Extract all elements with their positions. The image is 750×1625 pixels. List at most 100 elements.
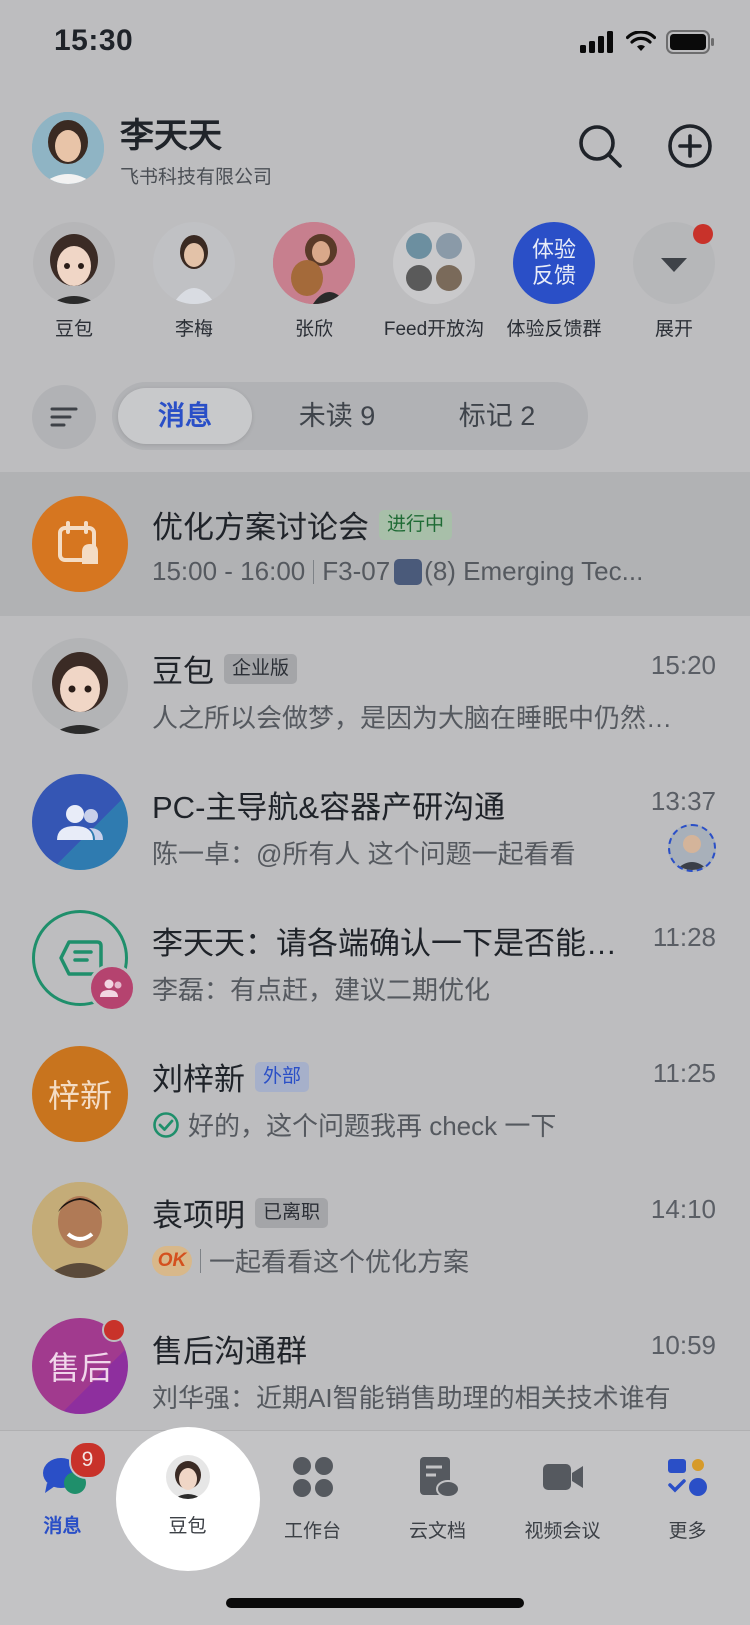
video-camera-icon xyxy=(542,1464,583,1490)
chat-avatar xyxy=(32,774,128,870)
chat-preview: 李磊：有点赶，建议二期优化 xyxy=(152,975,491,1005)
status-icons xyxy=(580,30,716,54)
tab-label: 更多 xyxy=(668,1521,707,1542)
chat-row-doubao[interactable]: 豆包 企业版 15:20 人之所以会做梦，是因为大脑在睡眠中仍然… xyxy=(0,616,750,752)
doubao-avatar xyxy=(33,222,115,304)
chat-title: 袁项明 xyxy=(152,1198,245,1233)
tab-workplace-nav[interactable]: 工作台 xyxy=(250,1455,375,1543)
avatar-text: 梓新 xyxy=(47,1078,112,1114)
tab-label: 视频会议 xyxy=(524,1521,601,1542)
tab-video-nav[interactable]: 视频会议 xyxy=(500,1455,625,1543)
tab-label: 工作台 xyxy=(283,1521,341,1542)
tab-marked[interactable]: 标记 2 xyxy=(422,382,572,450)
battery-icon xyxy=(666,30,714,54)
chat-title: 李天天：请各端确认一下是否能… xyxy=(152,926,617,961)
room-icon xyxy=(394,558,423,585)
cloud-doc-icon xyxy=(419,1457,460,1498)
feedback-group-avatar: 体验 反馈 xyxy=(513,222,595,304)
tab-messages[interactable]: 消息 xyxy=(118,382,252,450)
search-icon[interactable] xyxy=(576,122,624,170)
chat-title-wrap: 售后沟通群 xyxy=(152,1326,307,1371)
tab-bar: 9 消息 豆包 工作台 云文档 视频会议 更多 xyxy=(0,1427,750,1625)
wifi-icon xyxy=(626,31,656,51)
chat-time: 11:25 xyxy=(652,1058,716,1088)
tab-docs-nav[interactable]: 云文档 xyxy=(375,1455,500,1543)
chat-title: 售后沟通群 xyxy=(152,1334,307,1369)
chat-row-yuanxiangming[interactable]: 袁项明 已离职 14:10 OK 一起看看这个优化方案 xyxy=(0,1160,750,1296)
chat-title: PC-主导航&容器产研沟通 xyxy=(152,790,506,825)
signal-icon xyxy=(580,31,613,53)
chat-title-wrap: PC-主导航&容器产研沟通 xyxy=(152,782,505,827)
chat-time: 10:59 xyxy=(650,1330,716,1360)
chat-row-liuzixin[interactable]: 梓新 刘梓新 外部 11:25 好的，这个问题我再 check 一下 xyxy=(0,1024,750,1160)
chat-row-topic[interactable]: 李天天：请各端确认一下是否能… 11:28 李磊：有点赶，建议二期优化 xyxy=(0,888,750,1024)
quick-item-feedback-group[interactable]: 体验 反馈 体验反馈群 xyxy=(499,222,609,341)
chat-avatar: 梓新 xyxy=(32,1046,128,1142)
quick-label: 体验反馈群 xyxy=(506,319,602,340)
meeting-subtitle: 15:00 - 16:00 F3-07 (8) Emerging Tec... xyxy=(152,556,643,587)
status-time: 15:30 xyxy=(54,24,134,57)
resigned-badge: 已离职 xyxy=(255,1197,329,1228)
chat-title-wrap: 袁项明 已离职 xyxy=(152,1190,329,1235)
doubao-tab-icon xyxy=(165,1455,210,1499)
chat-preview: 人之所以会做梦，是因为大脑在睡眠中仍然… xyxy=(152,703,673,733)
chat-preview-wrap: 好的，这个问题我再 check 一下 xyxy=(152,1106,556,1143)
filter-button[interactable] xyxy=(32,385,96,449)
tab-unread[interactable]: 未读 9 xyxy=(262,382,412,450)
quick-item-zhangxin[interactable]: 张欣 xyxy=(259,222,369,341)
external-badge: 外部 xyxy=(255,1061,310,1092)
quick-item-expand[interactable]: 展开 xyxy=(619,222,729,341)
chat-time: 13:37 xyxy=(650,786,716,816)
meeting-room: F3-07 xyxy=(322,556,391,586)
group-badge xyxy=(88,964,136,1012)
chat-time: 14:10 xyxy=(650,1194,716,1224)
chat-title-wrap: 豆包 企业版 xyxy=(152,646,298,691)
quick-item-limei[interactable]: 李梅 xyxy=(139,222,249,341)
read-check-icon xyxy=(153,1111,179,1138)
chat-avatar xyxy=(32,1182,128,1278)
tab-more-nav[interactable]: 更多 xyxy=(625,1455,750,1543)
group-small-icon xyxy=(100,979,122,997)
group-icon xyxy=(57,805,103,840)
meeting-title-wrap: 优化方案讨论会 进行中 xyxy=(152,502,453,547)
add-icon[interactable] xyxy=(666,122,714,170)
tab-messages-nav[interactable]: 9 消息 xyxy=(0,1441,125,1538)
quick-item-feed-group[interactable]: Feed开放沟 xyxy=(379,222,489,341)
chat-preview: 好的，这个问题我再 check 一下 xyxy=(188,1111,557,1141)
tab-label: 豆包 xyxy=(168,1516,207,1537)
chat-time: 11:28 xyxy=(652,922,716,952)
chat-title-wrap: 李天天：请各端确认一下是否能… xyxy=(152,918,617,963)
quick-label: 展开 xyxy=(654,319,693,340)
divider xyxy=(313,559,315,584)
meeting-row[interactable]: 优化方案讨论会 进行中 15:00 - 16:00 F3-07 (8) Emer… xyxy=(0,472,750,616)
avatar-text: 体验 反馈 xyxy=(531,237,576,288)
chat-title-wrap: 刘梓新 外部 xyxy=(152,1054,310,1099)
quick-label: 李梅 xyxy=(174,319,213,340)
feed-group-avatar xyxy=(393,222,475,304)
chat-bubble-icon: 9 xyxy=(41,1441,107,1499)
ok-sticker-icon: OK xyxy=(152,1245,192,1276)
status-badge: 进行中 xyxy=(379,509,453,540)
chat-title: 刘梓新 xyxy=(152,1062,245,1097)
user-name[interactable]: 李天天 xyxy=(120,108,222,157)
user-company: 飞书科技有限公司 xyxy=(120,167,273,188)
unread-count-badge: 9 xyxy=(68,1441,107,1479)
mention-avatar xyxy=(668,824,716,872)
tab-doubao-nav[interactable]: 豆包 xyxy=(125,1455,250,1538)
chat-time: 15:20 xyxy=(650,650,716,680)
quick-item-doubao[interactable]: 豆包 xyxy=(19,222,129,341)
chat-preview: 一起看看这个优化方案 xyxy=(209,1247,470,1277)
zhangxin-avatar xyxy=(273,222,355,304)
expand-circle xyxy=(633,222,715,304)
meeting-room-extra: (8) Emerging Tec... xyxy=(424,556,644,586)
avatar-text: 售后 xyxy=(47,1350,112,1386)
grid-icon xyxy=(292,1457,333,1497)
chat-row-pc-nav[interactable]: PC-主导航&容器产研沟通 13:37 陈一卓：@所有人 这个问题一起看看 xyxy=(0,752,750,888)
user-avatar[interactable] xyxy=(32,112,104,184)
chat-preview-wrap: OK 一起看看这个优化方案 xyxy=(152,1242,469,1279)
chat-title: 豆包 xyxy=(152,654,214,689)
tab-label: 消息 xyxy=(43,1516,82,1537)
meeting-time: 15:00 - 16:00 xyxy=(152,556,306,586)
chat-row-aftersales[interactable]: 售后 售后沟通群 10:59 刘华强：近期AI智能销售助理的相关技术谁有 xyxy=(0,1296,750,1432)
quick-label: Feed开放沟 xyxy=(383,319,485,340)
